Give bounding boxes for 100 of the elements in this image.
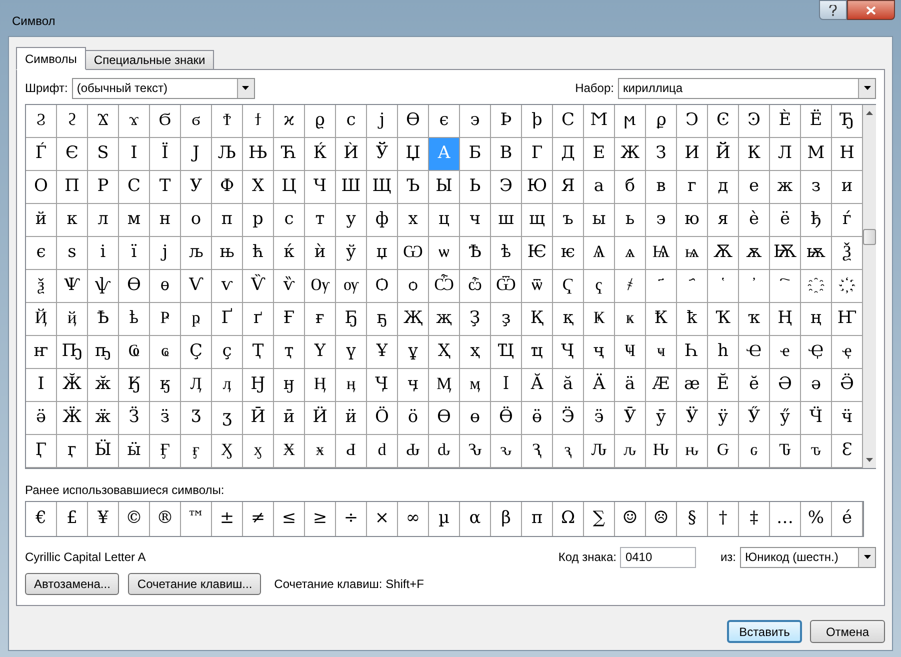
symbol-cell[interactable]: Ӹ [88, 435, 119, 468]
symbol-cell[interactable]: ҽ [770, 336, 801, 369]
symbol-cell[interactable]: Ӽ [212, 435, 243, 468]
symbol-cell[interactable]: Њ [243, 138, 274, 171]
tab[interactable]: Специальные знаки [84, 50, 214, 70]
symbol-cell[interactable]: ҟ [677, 303, 708, 336]
symbol-cell[interactable]: Ӡ [181, 402, 212, 435]
symbol-cell[interactable]: ϯ [243, 105, 274, 138]
symbol-cell[interactable]: Ӣ [243, 402, 274, 435]
symbol-cell[interactable]: Џ [398, 138, 429, 171]
symbol-cell[interactable]: Ӻ [150, 435, 181, 468]
symbol-cell[interactable]: к [57, 204, 88, 237]
symbol-cell[interactable]: Ԇ [522, 435, 553, 468]
symbol-cell[interactable]: а [584, 171, 615, 204]
symbol-cell[interactable]: О [26, 171, 57, 204]
symbol-cell[interactable]: Ѭ [770, 237, 801, 270]
symbol-cell[interactable]: ӟ [150, 402, 181, 435]
symbol-cell[interactable]: џ [367, 237, 398, 270]
symbol-cell[interactable]: р [243, 204, 274, 237]
symbol-cell[interactable]: ҅ [708, 270, 739, 303]
symbol-cell[interactable]: ϼ [646, 105, 677, 138]
symbol-cell[interactable]: е [739, 171, 770, 204]
symbol-cell[interactable]: ԏ [801, 435, 832, 468]
symbol-cell[interactable]: ҈ [801, 270, 832, 303]
symbol-cell[interactable]: М [801, 138, 832, 171]
symbol-cell[interactable]: ӊ [336, 369, 367, 402]
symbol-cell[interactable]: ҃ [646, 270, 677, 303]
symbol-cell[interactable]: Ҳ [429, 336, 460, 369]
symbol-cell[interactable]: ҇ [770, 270, 801, 303]
symbol-cell[interactable]: Ҁ [553, 270, 584, 303]
symbol-cell[interactable]: ҭ [274, 336, 305, 369]
symbol-cell[interactable]: ԍ [739, 435, 770, 468]
symbol-cell[interactable]: ѧ [615, 237, 646, 270]
symbol-cell[interactable]: ц [429, 204, 460, 237]
subset-dropdown[interactable]: кириллица [618, 78, 876, 98]
symbol-cell[interactable]: Ӊ [305, 369, 336, 402]
symbol-cell[interactable]: ӯ [646, 402, 677, 435]
symbol-cell[interactable]: Ѕ [88, 138, 119, 171]
symbol-cell[interactable]: ҝ [615, 303, 646, 336]
symbol-cell[interactable]: Ԅ [460, 435, 491, 468]
symbol-cell[interactable]: ҫ [212, 336, 243, 369]
symbol-cell[interactable]: Ҭ [243, 336, 274, 369]
symbol-cell[interactable]: ђ [801, 204, 832, 237]
symbol-cell[interactable]: ҂ [615, 270, 646, 303]
symbol-cell[interactable]: Ў [367, 138, 398, 171]
symbol-cell[interactable]: ϴ [398, 105, 429, 138]
symbol-cell[interactable]: Ш [336, 171, 367, 204]
symbol-cell[interactable]: Ͼ [708, 105, 739, 138]
symbol-cell[interactable]: Ӳ [739, 402, 770, 435]
symbol-cell[interactable]: Л [770, 138, 801, 171]
symbol-cell[interactable]: Ԍ [708, 435, 739, 468]
symbol-cell[interactable]: ӎ [460, 369, 491, 402]
symbol-cell[interactable]: ѕ [57, 237, 88, 270]
symbol-cell[interactable]: ъ [553, 204, 584, 237]
symbol-cell[interactable]: ӻ [181, 435, 212, 468]
symbol-cell[interactable]: Ѥ [522, 237, 553, 270]
symbol-cell[interactable]: Ө [429, 402, 460, 435]
symbol-cell[interactable]: Ӭ [553, 402, 584, 435]
symbol-cell[interactable]: ѳ [150, 270, 181, 303]
symbol-cell[interactable]: ә [801, 369, 832, 402]
symbol-cell[interactable]: К [739, 138, 770, 171]
symbol-cell[interactable]: ы [584, 204, 615, 237]
symbol-cell[interactable]: ҆ [739, 270, 770, 303]
scrollbar[interactable] [863, 105, 876, 468]
symbol-cell[interactable]: ќ [274, 237, 305, 270]
symbol-cell[interactable]: Ќ [305, 138, 336, 171]
symbol-cell[interactable]: Ҿ [801, 336, 832, 369]
symbol-cell[interactable]: Ь [460, 171, 491, 204]
symbol-cell[interactable]: Ͽ [739, 105, 770, 138]
symbol-cell[interactable]: Р [88, 171, 119, 204]
symbol-cell[interactable]: Ҟ [646, 303, 677, 336]
symbol-cell[interactable]: Ԉ [584, 435, 615, 468]
symbol-cell[interactable]: ϳ [367, 105, 398, 138]
symbol-cell[interactable]: ϫ [119, 105, 150, 138]
symbol-cell[interactable]: ҷ [584, 336, 615, 369]
symbol-cell[interactable]: ҍ [119, 303, 150, 336]
symbol-cell[interactable]: ӈ [274, 369, 305, 402]
help-button[interactable] [819, 0, 847, 20]
symbol-cell[interactable]: Ϲ [553, 105, 584, 138]
symbol-cell[interactable]: Ц [274, 171, 305, 204]
font-dropdown[interactable]: (обычный текст) [72, 78, 255, 98]
symbol-cell[interactable]: Ӓ [584, 369, 615, 402]
symbol-cell[interactable]: Г [522, 138, 553, 171]
symbol-cell[interactable]: ѫ [739, 237, 770, 270]
symbol-cell[interactable]: Ԑ [832, 435, 863, 468]
symbol-cell[interactable]: Ԋ [646, 435, 677, 468]
symbol-cell[interactable]: Ӂ [57, 369, 88, 402]
symbol-cell[interactable]: җ [429, 303, 460, 336]
symbol-cell[interactable]: ӌ [398, 369, 429, 402]
symbol-cell[interactable]: щ [522, 204, 553, 237]
symbol-cell[interactable]: ϭ [181, 105, 212, 138]
symbol-cell[interactable]: ԋ [677, 435, 708, 468]
symbol-cell[interactable]: ғ [305, 303, 336, 336]
symbol-cell[interactable]: У [181, 171, 212, 204]
dialog-button[interactable]: Сочетание клавиш... [128, 573, 262, 595]
symbol-cell[interactable]: ϻ [615, 105, 646, 138]
symbol-cell[interactable]: ӓ [615, 369, 646, 402]
symbol-cell[interactable]: Ѵ [181, 270, 212, 303]
symbol-cell[interactable]: ў [336, 237, 367, 270]
symbol-cell[interactable]: Қ [522, 303, 553, 336]
